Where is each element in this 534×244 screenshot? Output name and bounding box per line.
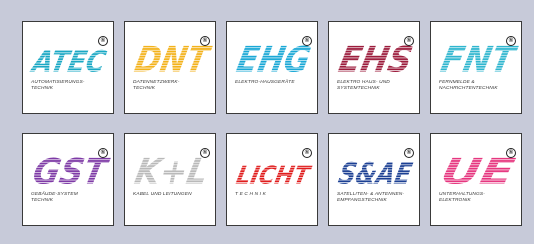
logo-wordmark: FNT xyxy=(437,40,520,81)
registered-mark-icon: ® xyxy=(404,36,414,46)
logo-lettering: DNT xyxy=(131,40,214,81)
logo-wordmark: ATEC xyxy=(28,45,109,79)
tile-fnt[interactable]: FNT ® FERNMELDE & NACHRICHTENTECHNIK xyxy=(430,21,522,114)
logo-wordmark: GST xyxy=(29,152,112,193)
logo-lettering: FNT xyxy=(437,40,520,81)
logo-wordmark: UE xyxy=(437,152,518,193)
tile-licht[interactable]: LICHT ® T E C H N I K xyxy=(226,133,318,226)
atec-caption: AUTOMATISIERUNGS- TECHNIK xyxy=(31,80,85,91)
kl-caption: KABEL UND LEITUNGEN xyxy=(133,192,192,197)
registered-mark-icon: ® xyxy=(200,36,210,46)
tile-sae[interactable]: S&AE ® SATELLITEN- & ANTENNEN- EMPFANGST… xyxy=(328,133,420,226)
dnt-caption: DATENNETZWERK- TECHNIK xyxy=(133,80,180,91)
tile-ehg[interactable]: EHG ® ELEKTRO-HAUSGERÄTE xyxy=(226,21,318,114)
atec-logo: ATEC xyxy=(28,40,109,80)
sae-logo: S&AE xyxy=(335,152,415,192)
registered-mark-icon: ® xyxy=(200,148,210,158)
logo-wordmark: K+L xyxy=(131,152,212,193)
licht-caption: T E C H N I K xyxy=(235,192,267,197)
logo-lettering: EHG xyxy=(233,40,314,81)
tile-ue[interactable]: UE ® UNTERHALTUNGS- ELEKTRONIK xyxy=(430,133,522,226)
logo-wordmark: S&AE xyxy=(336,157,415,191)
ehs-logo: EHS xyxy=(335,40,416,81)
logo-lettering: EHS xyxy=(335,40,416,81)
logo-lettering: ATEC xyxy=(28,45,109,79)
logo-lettering: S&AE xyxy=(336,157,415,191)
registered-mark-icon: ® xyxy=(506,36,516,46)
ehs-caption: ELEKTRO HAUS- UND SYSTEMTECHNIK xyxy=(337,80,390,91)
logo-lettering: GST xyxy=(29,152,112,193)
dnt-logo: DNT xyxy=(131,40,214,81)
registered-mark-icon: ® xyxy=(302,36,312,46)
registered-mark-icon: ® xyxy=(98,148,108,158)
fnt-caption: FERNMELDE & NACHRICHTENTECHNIK xyxy=(439,80,498,91)
tile-ehs[interactable]: EHS ® ELEKTRO HAUS- UND SYSTEMTECHNIK xyxy=(328,21,420,114)
sae-caption: SATELLITEN- & ANTENNEN- EMPFANGSTECHNIK xyxy=(337,192,405,203)
tile-kl[interactable]: K+L ® KABEL UND LEITUNGEN xyxy=(124,133,216,226)
licht-logo: LICHT xyxy=(233,152,314,192)
tile-atec[interactable]: ATEC ® AUTOMATISIERUNGS- TECHNIK xyxy=(22,21,114,114)
gst-caption: GEBÄUDE-SYSTEM TECHNIK xyxy=(31,192,78,203)
logo-grid: ATEC ® AUTOMATISIERUNGS- TECHNIK DNT ® D… xyxy=(22,21,522,226)
tile-dnt[interactable]: DNT ® DATENNETZWERK- TECHNIK xyxy=(124,21,216,114)
logo-lettering: UE xyxy=(437,152,518,193)
logo-wordmark: EHS xyxy=(335,40,416,81)
logo-wordmark: DNT xyxy=(131,40,214,81)
logo-wordmark: LICHT xyxy=(234,161,314,190)
registered-mark-icon: ® xyxy=(98,36,108,46)
tile-gst[interactable]: GST ® GEBÄUDE-SYSTEM TECHNIK xyxy=(22,133,114,226)
ue-logo: UE xyxy=(437,152,518,193)
registered-mark-icon: ® xyxy=(302,148,312,158)
registered-mark-icon: ® xyxy=(404,148,414,158)
registered-mark-icon: ® xyxy=(506,148,516,158)
ue-caption: UNTERHALTUNGS- ELEKTRONIK xyxy=(439,192,485,203)
logo-lettering: K+L xyxy=(131,152,212,193)
ehg-logo: EHG xyxy=(233,40,314,81)
kl-logo: K+L xyxy=(131,152,212,193)
logo-wordmark: EHG xyxy=(233,40,314,81)
fnt-logo: FNT xyxy=(437,40,520,81)
logo-lettering: LICHT xyxy=(234,161,314,190)
gst-logo: GST xyxy=(29,152,112,193)
ehg-caption: ELEKTRO-HAUSGERÄTE xyxy=(235,80,295,85)
